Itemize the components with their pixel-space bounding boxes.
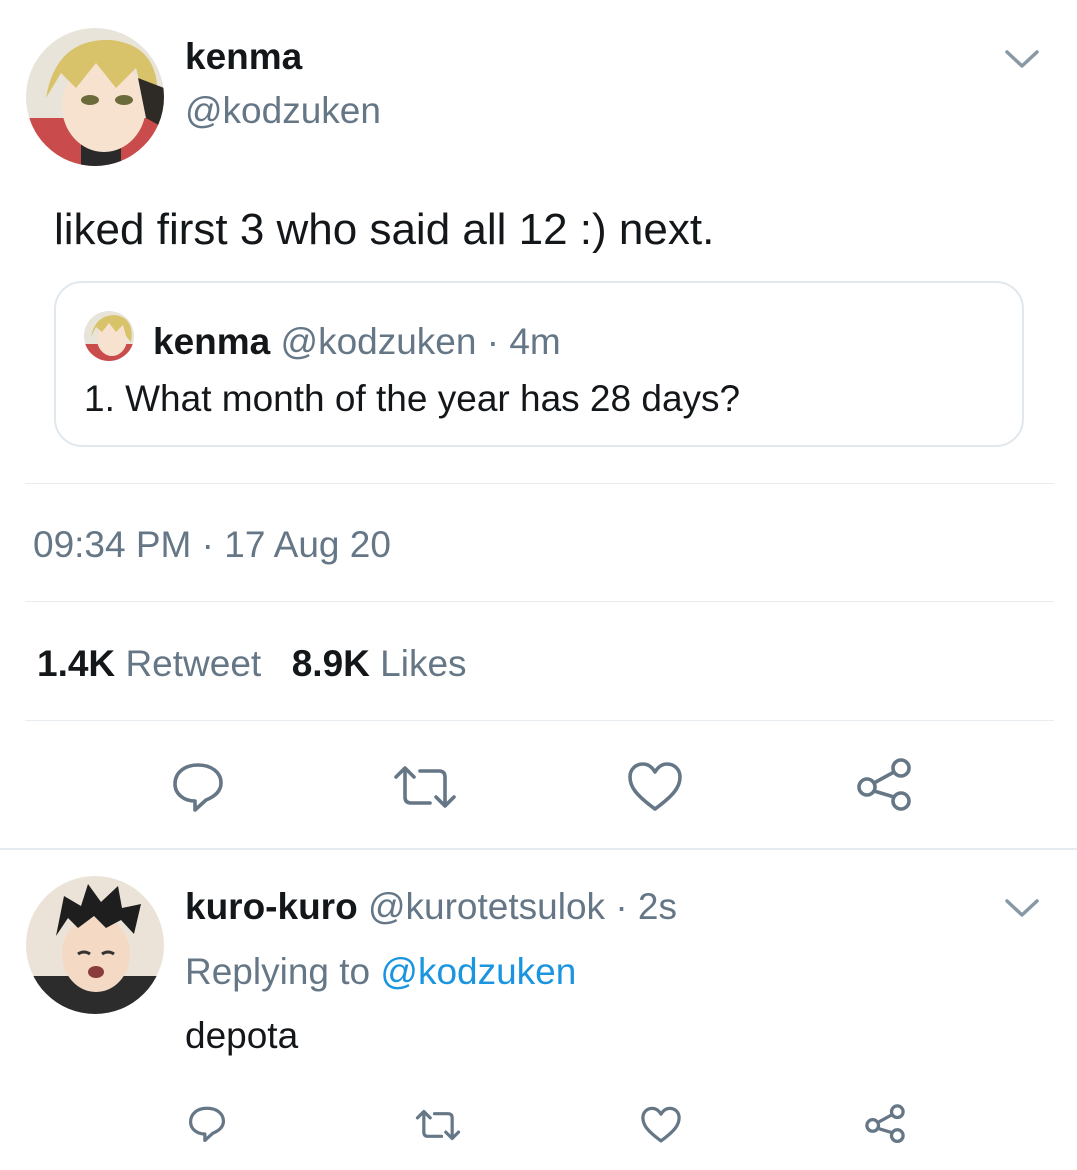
reply-display-name[interactable]: kuro-kuro: [185, 886, 358, 927]
quoted-avatar: [84, 311, 134, 361]
reply-text: depota: [185, 1015, 299, 1056]
quoted-time: 4m: [509, 321, 561, 362]
retweet-count: 1.4K: [37, 643, 116, 684]
replying-to: Replying to @kodzuken: [185, 951, 576, 993]
reply-avatar[interactable]: [26, 876, 164, 1014]
replying-to-link[interactable]: @kodzuken: [380, 951, 576, 992]
reply-handle[interactable]: @kurotetsulok: [368, 886, 605, 927]
divider: [25, 483, 1054, 484]
quoted-display-name: kenma: [153, 321, 271, 362]
quoted-text: 1. What month of the year has 28 days?: [84, 378, 741, 419]
replying-to-label: Replying to: [185, 951, 371, 992]
avatar[interactable]: [26, 28, 164, 166]
likes-stat[interactable]: 8.9K Likes: [292, 643, 467, 684]
reply-icon[interactable]: [170, 760, 226, 814]
share-icon[interactable]: [864, 1103, 906, 1145]
display-name[interactable]: kenma: [185, 36, 302, 78]
reply-avatar-image: [26, 876, 164, 1014]
share-icon[interactable]: [855, 757, 913, 813]
chevron-down-icon[interactable]: [1003, 893, 1041, 923]
retweet-label: Retweet: [125, 643, 262, 684]
handle[interactable]: @kodzuken: [185, 90, 381, 132]
divider: [25, 720, 1054, 721]
reply-header: kuro-kuro @kurotetsulok · 2s: [185, 886, 677, 928]
tweet-stats: 1.4K Retweet 8.9K Likes: [37, 643, 467, 685]
reply-icon[interactable]: [187, 1104, 227, 1144]
quoted-tweet-card[interactable]: [54, 281, 1024, 447]
likes-label: Likes: [380, 643, 467, 684]
reply-time: 2s: [637, 886, 677, 927]
quoted-handle: @kodzuken: [280, 321, 477, 362]
likes-count: 8.9K: [291, 643, 370, 684]
retweet-icon[interactable]: [414, 1108, 462, 1142]
chevron-down-icon[interactable]: [1003, 44, 1041, 74]
section-separator: [0, 848, 1077, 850]
quoted-separator: ·: [486, 321, 500, 362]
avatar-image: [26, 28, 164, 166]
tweet-text: liked first 3 who said all 12 :) next.: [54, 205, 715, 254]
retweet-stat[interactable]: 1.4K Retweet: [37, 643, 271, 684]
divider: [25, 601, 1054, 602]
reply-separator: ·: [615, 886, 628, 927]
like-icon[interactable]: [626, 760, 684, 814]
timestamp[interactable]: 09:34 PM · 17 Aug 20: [33, 524, 391, 566]
like-icon[interactable]: [640, 1105, 682, 1145]
retweet-icon[interactable]: [392, 763, 458, 811]
quoted-header: kenma @kodzuken · 4m: [153, 321, 561, 363]
